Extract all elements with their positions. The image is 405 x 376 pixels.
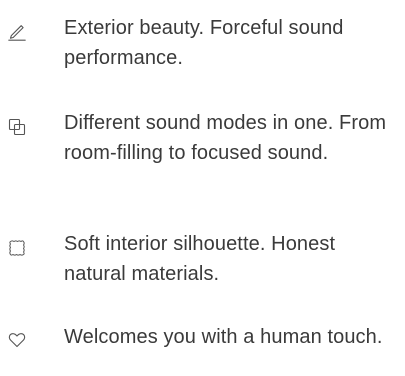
layers-icon bbox=[8, 118, 26, 136]
feature-text: Different sound modes in one. From room-… bbox=[64, 112, 387, 164]
pencil-icon bbox=[8, 23, 26, 41]
feature-text: Exterior beauty. Forceful sound performa… bbox=[64, 17, 344, 69]
feature-text: Soft interior silhouette. Honest natural… bbox=[64, 233, 336, 285]
feature-text: Welcomes you with a human touch. bbox=[64, 326, 383, 348]
feature-list: Exterior beauty. Forceful sound performa… bbox=[0, 0, 405, 376]
fabric-square-icon bbox=[8, 239, 26, 257]
heart-icon bbox=[8, 331, 26, 349]
